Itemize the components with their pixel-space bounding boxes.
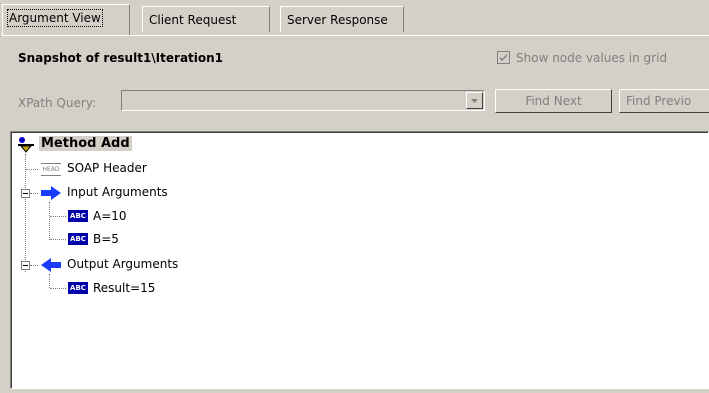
argument-b-node[interactable]: B=5: [93, 232, 119, 246]
checkmark-icon: [497, 51, 510, 64]
tab-divider: [2, 35, 709, 36]
checkbox-label: Show node values in grid: [516, 51, 668, 65]
tree-connector: [30, 265, 38, 266]
string-value-icon: ABC: [68, 210, 88, 222]
snapshot-title: Snapshot of result1\Iteration1: [18, 51, 224, 65]
chevron-down-icon[interactable]: [466, 92, 483, 109]
tree-connector: [50, 288, 66, 289]
tab-label: Argument View: [7, 9, 103, 27]
xpath-query-combobox[interactable]: [121, 90, 485, 111]
tab-label: Client Request: [149, 13, 237, 27]
tree-connector: [49, 202, 50, 240]
argument-tree[interactable]: Method Add HEAD SOAP Header Input Argume…: [10, 131, 709, 389]
xpath-label: XPath Query:: [18, 96, 97, 110]
find-previous-label: Find Previo: [626, 94, 692, 108]
find-previous-button[interactable]: Find Previo: [619, 89, 709, 113]
tree-connector: [26, 169, 38, 170]
tab-server-response[interactable]: Server Response: [280, 6, 404, 32]
tree-connector: [49, 274, 50, 288]
arrow-right-icon: [41, 186, 61, 200]
result-node[interactable]: Result=15: [93, 281, 155, 295]
tab-client-request[interactable]: Client Request: [142, 6, 270, 32]
show-node-values-checkbox[interactable]: Show node values in grid: [497, 51, 667, 65]
string-value-icon: ABC: [68, 233, 88, 245]
method-icon: [18, 137, 34, 153]
find-next-label: Find Next: [525, 94, 582, 108]
tab-label: Server Response: [287, 13, 388, 27]
arrow-left-icon: [41, 258, 61, 272]
collapse-icon[interactable]: [21, 189, 30, 198]
tree-connector: [50, 216, 66, 217]
tree-connector: [30, 193, 38, 194]
tree-root-node[interactable]: Method Add: [39, 136, 132, 151]
tab-argument-view[interactable]: Argument View: [2, 4, 130, 35]
soap-header-icon: HEAD: [41, 163, 61, 176]
root-label: Method Add: [39, 136, 132, 151]
soap-header-node[interactable]: SOAP Header: [67, 161, 147, 175]
input-arguments-node[interactable]: Input Arguments: [67, 185, 168, 199]
collapse-icon[interactable]: [21, 261, 30, 270]
argument-a-node[interactable]: A=10: [93, 209, 127, 223]
find-next-button[interactable]: Find Next: [495, 89, 612, 113]
tab-bar: Argument View Client Request Server Resp…: [2, 4, 709, 36]
output-arguments-node[interactable]: Output Arguments: [67, 257, 178, 271]
string-value-icon: ABC: [68, 282, 88, 294]
tree-connector: [25, 154, 26, 272]
tree-connector: [50, 239, 66, 240]
